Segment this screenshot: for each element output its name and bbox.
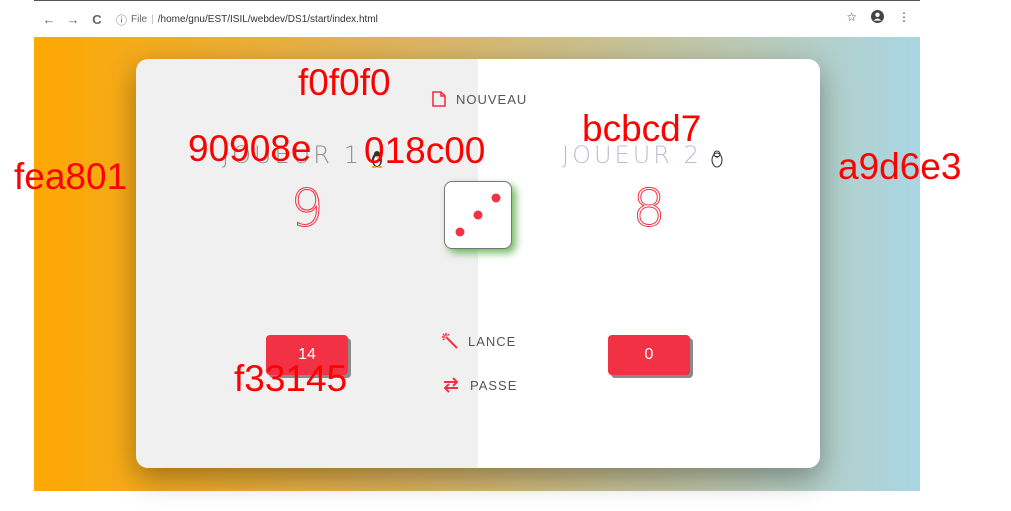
hold-label: PASSE bbox=[470, 377, 518, 393]
new-document-icon bbox=[432, 91, 446, 107]
player-1-score: 9 bbox=[290, 179, 324, 240]
annotation-left-bg-color: fea801 bbox=[14, 156, 128, 197]
account-icon[interactable] bbox=[871, 10, 884, 26]
info-icon[interactable]: ⓘ bbox=[116, 12, 127, 28]
browser-toolbar: ← → C ⓘ File | /home/gnu/EST/ISIL/webdev… bbox=[34, 0, 920, 38]
dice-face-icon bbox=[455, 193, 501, 237]
player-1-panel: JOUEUR 1 9 14 bbox=[136, 59, 478, 468]
forward-button[interactable]: → bbox=[66, 12, 80, 27]
menu-kebab-icon[interactable]: ⋮ bbox=[898, 10, 910, 26]
tux-icon bbox=[710, 146, 724, 168]
reload-button[interactable]: C bbox=[90, 12, 104, 27]
dice bbox=[444, 181, 512, 249]
game-board: JOUEUR 1 9 14 JOUEUR 2 8 0 NOUVEAU LANCE… bbox=[136, 59, 820, 468]
back-button[interactable]: ← bbox=[42, 12, 56, 27]
roll-dice-button[interactable]: LANCE bbox=[442, 333, 516, 349]
nav-buttons: ← → C bbox=[42, 12, 104, 27]
protocol-label: File bbox=[131, 14, 148, 25]
url-separator: | bbox=[151, 14, 154, 25]
hold-button[interactable]: PASSE bbox=[442, 377, 517, 393]
annotation-dice-shadow-color: 018c00 bbox=[364, 130, 486, 171]
player-2-current-score: 0 bbox=[608, 335, 690, 375]
annotation-name-color-2: bcbcd7 bbox=[582, 108, 702, 149]
new-game-label: NOUVEAU bbox=[456, 91, 528, 107]
annotation-panel-left-color: f0f0f0 bbox=[298, 62, 391, 103]
page-background: JOUEUR 1 9 14 JOUEUR 2 8 0 NOUVEAU LANCE… bbox=[34, 37, 920, 491]
magic-wand-icon bbox=[442, 333, 458, 349]
browser-actions: ☆ ⋮ bbox=[846, 10, 910, 26]
annotation-right-bg-color: a9d6e3 bbox=[838, 146, 962, 187]
player-2-score: 8 bbox=[632, 179, 666, 240]
new-game-button[interactable]: NOUVEAU bbox=[432, 91, 527, 107]
swap-arrows-icon bbox=[443, 377, 459, 393]
address-bar[interactable]: ⓘ File | /home/gnu/EST/ISIL/webdev/DS1/s… bbox=[116, 12, 378, 28]
url-text: /home/gnu/EST/ISIL/webdev/DS1/start/inde… bbox=[157, 14, 378, 25]
roll-dice-label: LANCE bbox=[468, 333, 517, 349]
bookmark-star-icon[interactable]: ☆ bbox=[846, 10, 857, 26]
annotation-name-color: 90908e bbox=[188, 128, 312, 169]
annotation-accent-color: f33145 bbox=[234, 358, 348, 399]
